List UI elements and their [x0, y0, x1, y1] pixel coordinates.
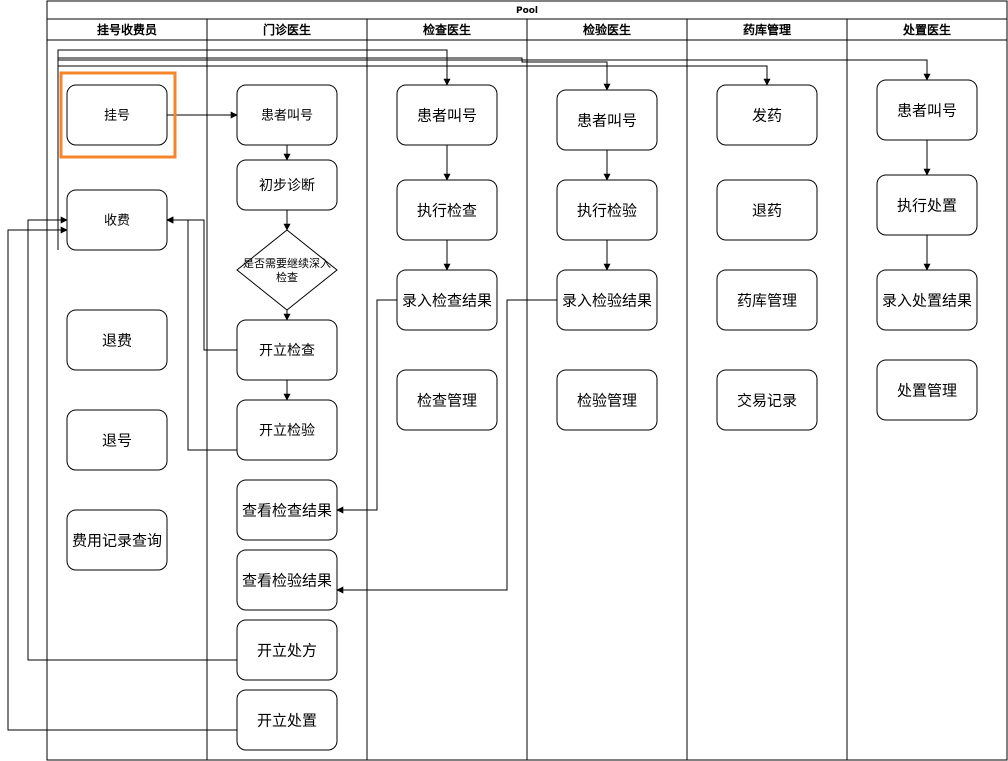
node-label: 交易记录	[737, 391, 797, 409]
node-label: 执行检查	[417, 201, 477, 219]
lane-title-doctor: 门诊医生	[263, 22, 311, 37]
node-lab-manage[interactable]: 检验管理	[556, 369, 658, 431]
node-label: 录入检验结果	[562, 291, 652, 309]
node-lab-do[interactable]: 执行检验	[556, 179, 658, 241]
node-label: 费用记录查询	[72, 531, 162, 549]
node-treat-manage[interactable]: 处置管理	[876, 359, 978, 421]
node-label: 初步诊断	[259, 177, 315, 194]
lane-title-lab: 检验医生	[583, 22, 631, 37]
node-label: 发药	[752, 106, 782, 124]
node-label: 开立处置	[257, 711, 317, 729]
node-prescribe[interactable]: 开立处方	[236, 619, 338, 681]
node-doc-call[interactable]: 患者叫号	[236, 84, 338, 146]
node-label: 开立检查	[259, 343, 315, 359]
lane-title-treat: 处置医生	[902, 22, 951, 37]
node-label: 药库管理	[737, 291, 797, 309]
node-register[interactable]: 挂号	[59, 71, 177, 159]
node-label: 执行检验	[577, 201, 637, 219]
node-exam-record[interactable]: 录入检查结果	[396, 269, 498, 331]
node-label: 检验管理	[577, 391, 637, 409]
node-label-line: 检查	[276, 270, 298, 284]
node-txn-log[interactable]: 交易记录	[716, 369, 818, 431]
node-label: 挂号	[104, 109, 130, 124]
node-order-lab[interactable]: 开立检验	[236, 399, 338, 461]
lane-title-cashier: 挂号收费员	[97, 22, 157, 37]
node-order-exam[interactable]: 开立检查	[236, 319, 338, 381]
node-label: 退号	[102, 431, 132, 449]
node-view-exam[interactable]: 查看检查结果	[236, 479, 338, 541]
node-dispense[interactable]: 发药	[716, 84, 818, 146]
node-label: 执行处置	[897, 196, 957, 214]
lane-title-exam: 检查医生	[423, 22, 471, 37]
node-return-drug[interactable]: 退药	[716, 179, 818, 241]
node-label: 收费	[104, 214, 130, 229]
node-refund[interactable]: 退费	[66, 309, 168, 371]
node-treat-record[interactable]: 录入处置结果	[876, 269, 978, 331]
node-label: 查看检验结果	[242, 571, 332, 589]
node-label: 患者叫号	[417, 106, 477, 124]
node-label: 录入处置结果	[882, 291, 972, 309]
node-label: 退药	[752, 201, 782, 219]
node-label: 查看检查结果	[242, 501, 332, 519]
node-exam-do[interactable]: 执行检查	[396, 179, 498, 241]
node-unregister[interactable]: 退号	[66, 409, 168, 471]
swimlane-diagram: Pool 挂号收费员 门诊医生 检查医生 检验医生 药库管理 处置医生 挂号 收费 退费 退号 费用…	[0, 0, 1008, 761]
node-label-line: 是否需要继续深入	[243, 256, 331, 270]
lane-title-pharmacy: 药库管理	[743, 22, 791, 37]
node-label: 患者叫号	[261, 109, 313, 124]
node-treat-call[interactable]: 患者叫号	[876, 79, 978, 141]
node-treat-do[interactable]: 执行处置	[876, 174, 978, 236]
node-label: 开立检验	[259, 423, 315, 439]
node-order-treat[interactable]: 开立处置	[236, 689, 338, 751]
node-lab-record[interactable]: 录入检验结果	[556, 269, 658, 331]
node-exam-manage[interactable]: 检查管理	[396, 369, 498, 431]
node-diagnose[interactable]: 初步诊断	[236, 159, 338, 211]
swimlane-diagram-canvas: Pool挂号收费员 门诊医生 检查医生 检验医生 药库管理 处置医生 挂号收费退费退号费用…	[7, 0, 1008, 761]
node-label: 开立处方	[257, 641, 317, 659]
node-fee-query[interactable]: 费用记录查询	[66, 509, 168, 571]
node-view-lab[interactable]: 查看检验结果	[236, 549, 338, 611]
node-label: 患者叫号	[577, 111, 637, 129]
node-label: 录入检查结果	[402, 291, 492, 309]
node-label: 退费	[102, 331, 132, 349]
node-label: 患者叫号	[897, 101, 957, 119]
node-label: 处置管理	[897, 381, 957, 399]
node-label: 检查管理	[417, 391, 477, 409]
node-store-manage[interactable]: 药库管理	[716, 269, 818, 331]
node-exam-call[interactable]: 患者叫号	[396, 84, 498, 146]
node-lab-call[interactable]: 患者叫号	[556, 89, 658, 151]
pool-title: Pool	[516, 6, 538, 16]
node-charge[interactable]: 收费	[66, 189, 168, 251]
